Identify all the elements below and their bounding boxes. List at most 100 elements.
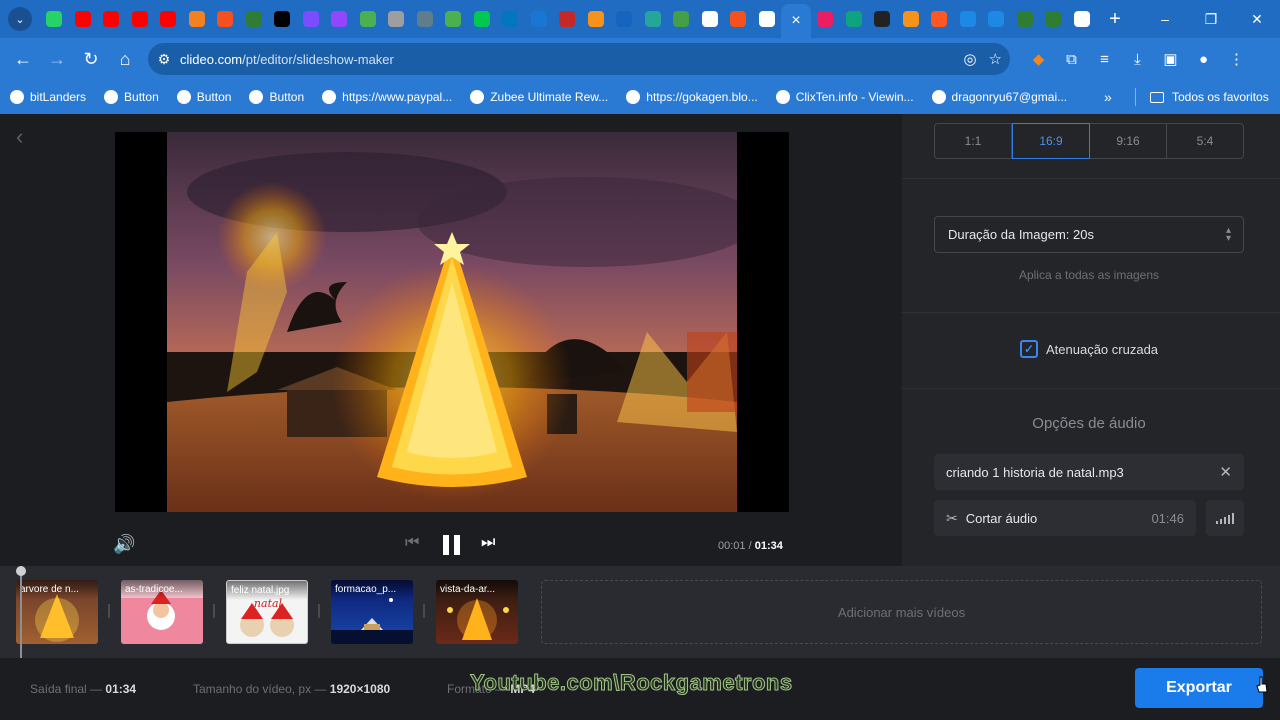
browser-tab[interactable] xyxy=(553,4,582,34)
browser-tab[interactable] xyxy=(925,4,954,34)
browser-tab[interactable] xyxy=(1039,4,1068,34)
timeline-item[interactable]: natal feliz natal.jpg xyxy=(226,580,308,644)
browser-tab[interactable] xyxy=(724,4,753,34)
browser-tab[interactable] xyxy=(868,4,897,34)
tab-active[interactable]: × xyxy=(781,4,811,38)
tab-favicon-icon xyxy=(46,11,63,27)
skip-previous-icon[interactable]: ⏮ xyxy=(405,534,419,552)
volume-icon[interactable]: 🔊 xyxy=(113,534,135,555)
browser-tab[interactable] xyxy=(610,4,639,34)
bookmark-item[interactable]: dragonryu67@gmai... xyxy=(931,90,1068,104)
timeline-item[interactable]: vista-da-ar... xyxy=(436,580,518,644)
all-bookmarks-button[interactable]: Todos os favoritos xyxy=(1150,90,1269,104)
browser-tab[interactable] xyxy=(525,4,554,34)
star-icon[interactable]: ☆ xyxy=(989,50,1002,68)
download-icon[interactable]: ⤓ xyxy=(1121,42,1154,76)
address-bar[interactable]: ⚙ clideo.com/pt/editor/slideshow-maker ◎… xyxy=(148,43,1010,75)
tab-favicon-icon xyxy=(730,11,747,27)
bookmark-item[interactable]: Button xyxy=(249,90,304,104)
browser-tab[interactable] xyxy=(982,4,1011,34)
browser-tab[interactable] xyxy=(69,4,98,34)
eye-off-icon[interactable]: ◎ xyxy=(963,50,976,68)
browser-tab[interactable] xyxy=(297,4,326,34)
timeline-item[interactable]: as-tradicoe... xyxy=(121,580,203,644)
bookmark-item[interactable]: https://www.paypal... xyxy=(322,90,452,104)
browser-tab[interactable] xyxy=(840,4,869,34)
editor-footer: Saída final — 01:34 Tamanho do vídeo, px… xyxy=(0,658,1280,720)
tab-favicon-icon xyxy=(559,11,576,27)
ratio-option[interactable]: 16:9 xyxy=(1012,123,1090,159)
browser-tab[interactable] xyxy=(667,4,696,34)
bookmarks-overflow-button[interactable]: » xyxy=(1104,89,1112,105)
browser-tab[interactable] xyxy=(40,4,69,34)
back-chevron-icon[interactable]: ‹ xyxy=(16,124,23,150)
browser-tab[interactable] xyxy=(696,4,725,34)
cut-audio-button[interactable]: ✂ Cortar áudio 01:46 xyxy=(934,500,1196,536)
browser-tab[interactable] xyxy=(1068,4,1097,34)
browser-tab[interactable] xyxy=(97,4,126,34)
profile-avatar-icon[interactable]: ● xyxy=(1187,42,1220,76)
browser-tab[interactable] xyxy=(126,4,155,34)
browser-tab[interactable] xyxy=(382,4,411,34)
audio-volume-button[interactable] xyxy=(1206,500,1244,536)
image-duration-select[interactable]: Duração da Imagem: 20s ▴ ▾ xyxy=(934,216,1244,253)
browser-tab[interactable] xyxy=(954,4,983,34)
browser-tab[interactable] xyxy=(325,4,354,34)
browser-tab[interactable] xyxy=(897,4,926,34)
reload-button[interactable]: ↻ xyxy=(74,42,108,76)
browser-tab[interactable] xyxy=(154,4,183,34)
browser-tab[interactable] xyxy=(240,4,269,34)
tab-favicon-icon xyxy=(331,11,348,27)
close-window-button[interactable]: ✕ xyxy=(1234,0,1280,38)
timeline-item[interactable]: formacao_p... xyxy=(331,580,413,644)
ratio-option[interactable]: 5:4 xyxy=(1167,124,1243,158)
sidepanel-icon[interactable]: ▣ xyxy=(1154,42,1187,76)
tab-favicon-icon xyxy=(845,11,862,27)
browser-tab[interactable] xyxy=(753,4,782,34)
bookmark-item[interactable]: Zubee Ultimate Rew... xyxy=(470,90,608,104)
browser-tab[interactable] xyxy=(411,4,440,34)
browser-tab[interactable] xyxy=(268,4,297,34)
bookmark-item[interactable]: Button xyxy=(104,90,159,104)
globe-icon xyxy=(10,90,24,104)
browser-tab[interactable] xyxy=(183,4,212,34)
browser-tab[interactable] xyxy=(811,4,840,34)
export-button[interactable]: Exportar xyxy=(1135,668,1263,708)
browser-tab[interactable] xyxy=(211,4,240,34)
browser-tab[interactable] xyxy=(439,4,468,34)
bookmark-item[interactable]: bitLanders xyxy=(10,90,86,104)
minimize-button[interactable]: – xyxy=(1142,0,1188,38)
add-more-videos-button[interactable]: Adicionar mais vídeos xyxy=(541,580,1262,644)
close-tab-icon[interactable]: × xyxy=(791,12,800,30)
timeline-playhead[interactable] xyxy=(16,566,26,658)
ratio-option[interactable]: 9:16 xyxy=(1090,124,1167,158)
back-button[interactable]: ← xyxy=(6,42,40,76)
browser-tab[interactable] xyxy=(354,4,383,34)
restore-button[interactable]: ❐ xyxy=(1188,0,1234,38)
pause-button[interactable] xyxy=(443,535,461,555)
panel-divider xyxy=(902,388,1280,389)
bookmark-item[interactable]: https://gokagen.blo... xyxy=(626,90,758,104)
forward-button[interactable]: → xyxy=(40,42,74,76)
ratio-option[interactable]: 1:1 xyxy=(935,124,1012,158)
skip-next-icon[interactable]: ⏭ xyxy=(481,534,495,552)
menu-icon[interactable]: ⋮ xyxy=(1220,42,1253,76)
remove-audio-icon[interactable]: ✕ xyxy=(1219,463,1232,481)
new-tab-button[interactable]: + xyxy=(1102,8,1128,31)
browser-tab[interactable] xyxy=(496,4,525,34)
bookmark-label: dragonryu67@gmai... xyxy=(951,90,1068,104)
timeline-item[interactable]: arvore de n... xyxy=(16,580,98,644)
bookmark-item[interactable]: Button xyxy=(176,90,231,104)
bookmark-item[interactable]: ClixTen.info - Viewin... xyxy=(775,90,914,104)
home-button[interactable]: ⌂ xyxy=(108,42,142,76)
media-icon[interactable]: ≡ xyxy=(1088,42,1121,76)
browser-tab[interactable] xyxy=(639,4,668,34)
tab-search-button[interactable]: ⌄ xyxy=(8,7,32,31)
metamask-icon[interactable]: ◆ xyxy=(1022,42,1055,76)
browser-tab[interactable] xyxy=(1011,4,1040,34)
site-info-icon[interactable]: ⚙ xyxy=(148,51,180,68)
browser-tab[interactable] xyxy=(468,4,497,34)
crossfade-checkbox[interactable]: ✓ Atenuação cruzada xyxy=(1020,340,1158,358)
extensions-icon[interactable]: ⧉ xyxy=(1055,42,1088,76)
browser-tab[interactable] xyxy=(582,4,611,34)
